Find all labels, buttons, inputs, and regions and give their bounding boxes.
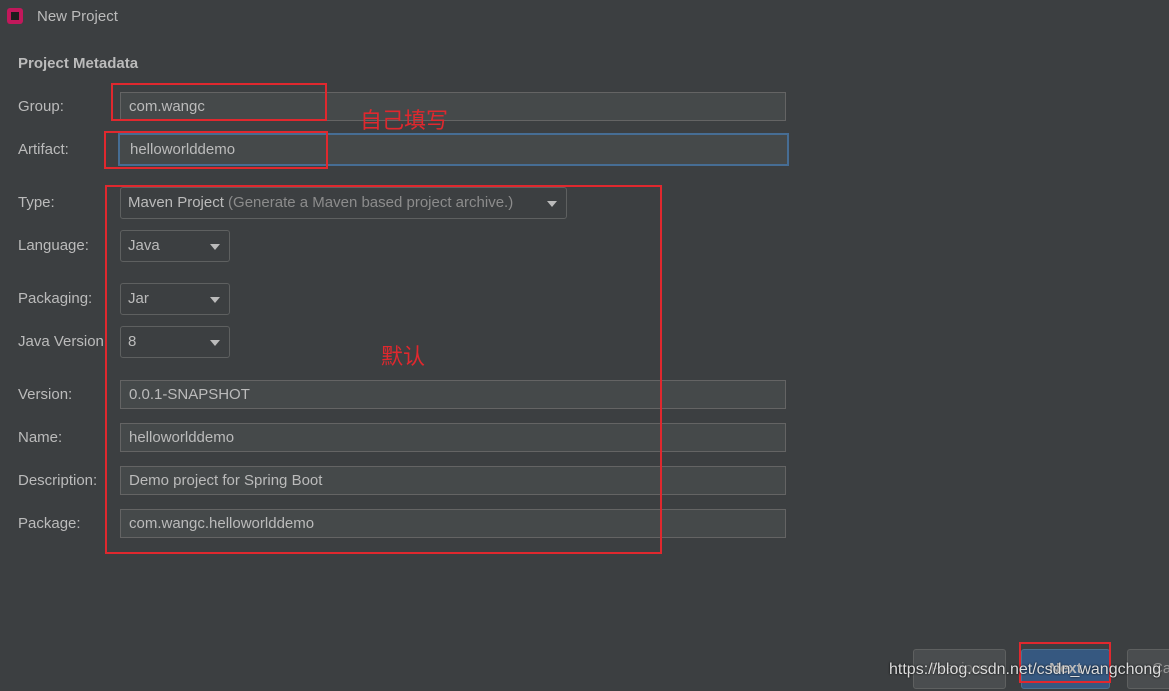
name-label: Name: — [18, 429, 63, 446]
packaging-label: Packaging: — [18, 290, 93, 307]
section-title: Project Metadata — [18, 55, 139, 72]
version-label: Version: — [18, 386, 73, 403]
language-label: Language: — [18, 237, 89, 254]
intellij-idea-icon — [7, 8, 23, 24]
package-label: Package: — [18, 515, 81, 532]
type-label: Type: — [18, 194, 55, 211]
annotation-default: 默认 — [381, 345, 426, 370]
annotation-fill-yourself: 自己填写 — [360, 109, 449, 134]
group-label: Group: — [18, 98, 64, 115]
java-version-label: Java Version: — [18, 333, 109, 350]
title-bar: New Project — [0, 0, 1169, 34]
annotation-box-group — [111, 83, 327, 121]
watermark: https://blog.csdn.net/csdn_wangchong — [889, 661, 1162, 678]
annotation-box-artifact — [104, 131, 328, 169]
artifact-label: Artifact: — [18, 141, 69, 158]
window-title: New Project — [37, 8, 118, 25]
description-label: Description: — [18, 472, 98, 489]
